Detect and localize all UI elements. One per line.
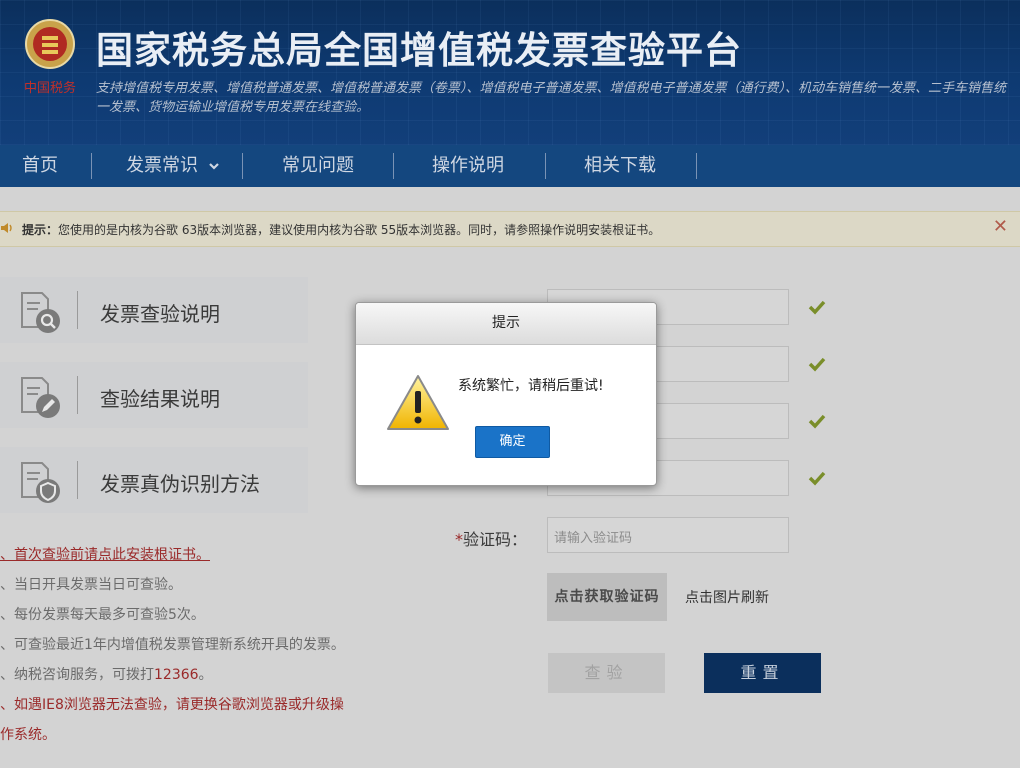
warning-icon bbox=[387, 375, 449, 430]
sidebar-card-label: 查验结果说明 bbox=[100, 387, 220, 411]
tip-install-cert-link[interactable]: 、首次查验前请点此安装根证书。 bbox=[0, 540, 360, 570]
site-title: 国家税务总局全国增值税发票查验平台 bbox=[96, 29, 742, 72]
captcha-input[interactable]: 请输入验证码 bbox=[547, 517, 789, 553]
nav-item-downloads[interactable]: 相关下载 bbox=[584, 145, 656, 187]
list-item: 、可查验最近1年内增值税发票管理新系统开具的发票。 bbox=[0, 637, 345, 653]
query-button[interactable]: 查验 bbox=[548, 653, 665, 693]
nav-item-label: 发票常识 bbox=[126, 155, 198, 176]
list-item: 、当日开具发票当日可查验。 bbox=[0, 577, 182, 593]
nav-item-home[interactable]: 首页 bbox=[22, 145, 58, 187]
list-item: 、如遇IE8浏览器无法查验，请更换谷歌浏览器或升级操 bbox=[0, 697, 344, 713]
sidebar-card-label: 发票真伪识别方法 bbox=[100, 472, 260, 496]
check-icon bbox=[808, 357, 826, 372]
captcha-refresh-hint: 点击图片刷新 bbox=[685, 590, 769, 606]
notice-message: 您使用的是内核为谷歌 63版本浏览器，建议使用内核为谷歌 55版本浏览器。同时，… bbox=[58, 223, 661, 237]
tips-list: 、首次查验前请点此安装根证书。 、当日开具发票当日可查验。 、每份发票每天最多可… bbox=[0, 540, 360, 750]
nav-divider bbox=[545, 153, 546, 179]
sidebar-card-label: 发票查验说明 bbox=[100, 302, 220, 326]
notice-prefix: 提示： bbox=[22, 223, 59, 237]
emblem-text: 中国税务 bbox=[24, 80, 76, 96]
alert-dialog: 提示 系统繁忙，请稍后重试! 确定 bbox=[355, 302, 657, 486]
list-item: 、每份发票每天最多可查验5次。 bbox=[0, 607, 205, 623]
check-icon bbox=[808, 471, 826, 486]
chevron-down-icon bbox=[208, 163, 219, 170]
sidebar-card-authenticity-methods[interactable]: 发票真伪识别方法 bbox=[0, 447, 308, 513]
nav-item-invoice-knowledge[interactable]: 发票常识 bbox=[126, 145, 220, 187]
notice-text: 提示：您使用的是内核为谷歌 63版本浏览器，建议使用内核为谷歌 55版本浏览器。… bbox=[22, 221, 660, 238]
site-subtitle: 支持增值税专用发票、增值税普通发票、增值税普通发票（卷票）、增值税电子普通发票、… bbox=[96, 81, 1007, 115]
sidebar-card-invoice-check-guide[interactable]: 发票查验说明 bbox=[0, 277, 308, 343]
required-mark: * bbox=[455, 530, 463, 549]
nav-divider bbox=[696, 153, 697, 179]
site-header: 中国税务 国家税务总局全国增值税发票查验平台 支持增值税专用发票、增值税普通发票… bbox=[0, 0, 1020, 145]
tax-emblem-logo: 中国税务 bbox=[24, 19, 76, 96]
sidebar-card-result-guide[interactable]: 查验结果说明 bbox=[0, 362, 308, 428]
hotline-number: 12366 bbox=[154, 667, 199, 683]
nav-divider bbox=[91, 153, 92, 179]
browser-notice-bar: 提示：您使用的是内核为谷歌 63版本浏览器，建议使用内核为谷歌 55版本浏览器。… bbox=[0, 211, 1020, 247]
dialog-title: 提示 bbox=[356, 303, 656, 345]
nav-item-faq[interactable]: 常见问题 bbox=[282, 145, 354, 187]
document-edit-icon bbox=[21, 377, 60, 418]
check-icon bbox=[808, 300, 826, 315]
list-item: 作系统。 bbox=[0, 727, 56, 743]
main-nav: 首页 发票常识 常见问题 操作说明 相关下载 bbox=[0, 145, 1020, 187]
nav-divider bbox=[393, 153, 394, 179]
captcha-label: *验证码： bbox=[455, 530, 528, 549]
close-icon[interactable]: ✕ bbox=[993, 216, 1008, 237]
reset-button[interactable]: 重置 bbox=[704, 653, 821, 693]
speaker-icon bbox=[1, 223, 12, 233]
captcha-image[interactable]: 点击获取验证码 bbox=[547, 573, 667, 621]
nav-item-instructions[interactable]: 操作说明 bbox=[432, 145, 504, 187]
check-icon bbox=[808, 414, 826, 429]
document-shield-icon bbox=[21, 462, 60, 503]
ok-button[interactable]: 确定 bbox=[475, 426, 550, 458]
dialog-message: 系统繁忙，请稍后重试! bbox=[458, 378, 604, 394]
captcha-placeholder: 请输入验证码 bbox=[554, 531, 633, 546]
nav-divider bbox=[242, 153, 243, 179]
list-item: 、纳税咨询服务，可拨打12366。 bbox=[0, 667, 213, 683]
document-search-icon bbox=[21, 292, 60, 333]
